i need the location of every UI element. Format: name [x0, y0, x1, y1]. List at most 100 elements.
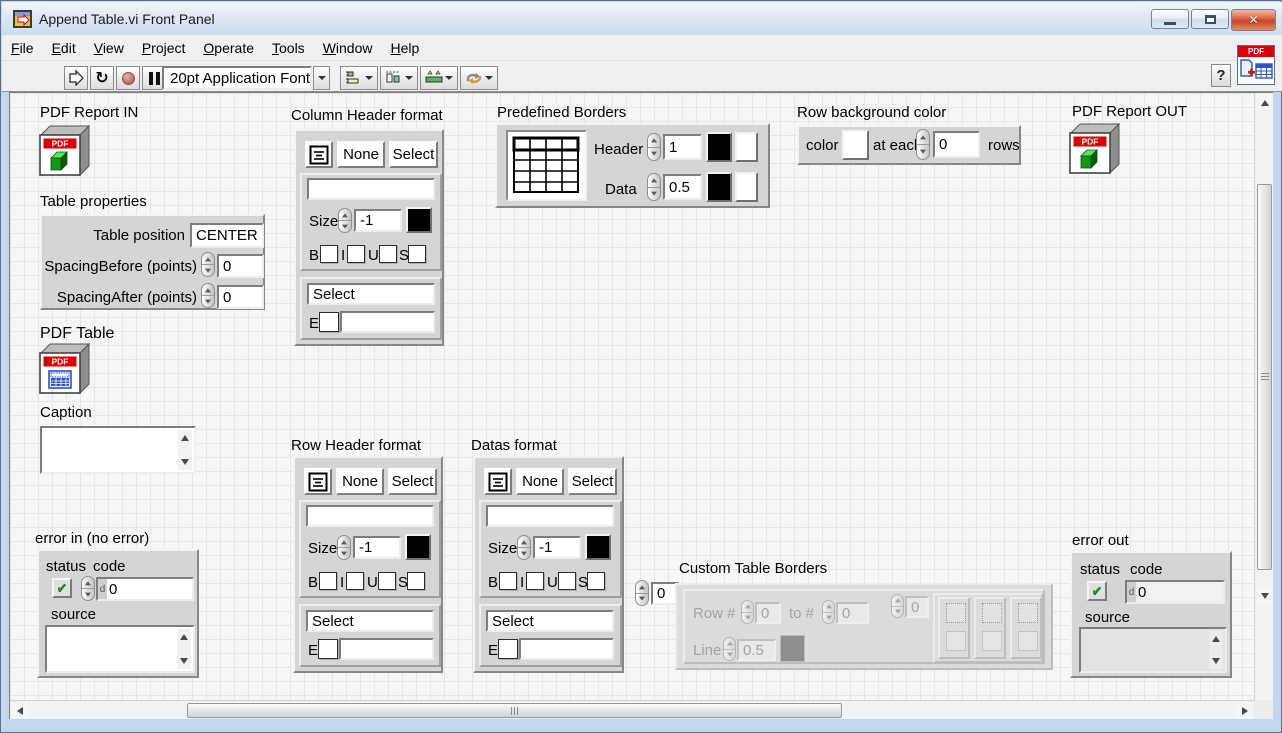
pdf-table-refnum[interactable]: PDF [36, 341, 92, 402]
resize-grip[interactable] [1254, 700, 1273, 719]
error-in-code-spinner[interactable] [81, 576, 95, 601]
align-objects-button[interactable] [340, 66, 378, 90]
color-select-field[interactable]: Select [486, 610, 614, 632]
font-select-button[interactable]: Select [568, 468, 617, 495]
minimize-button[interactable] [1151, 9, 1189, 29]
font-name-field[interactable] [486, 505, 614, 527]
horizontal-scroll-thumb[interactable] [187, 703, 842, 718]
strike-checkbox[interactable] [587, 572, 605, 590]
rows-count-spinner[interactable] [916, 129, 930, 160]
bold-checkbox[interactable] [320, 245, 338, 263]
font-ring[interactable]: 20pt Application Font [162, 66, 312, 90]
e-checkbox[interactable] [498, 639, 518, 659]
spacing-after-field[interactable]: 0 [217, 285, 264, 309]
menu-tools[interactable]: Tools [263, 37, 314, 59]
size-field[interactable]: -1 [353, 536, 401, 559]
scroll-down-button[interactable] [1256, 587, 1273, 604]
header-line-color-box[interactable] [706, 132, 732, 162]
italic-checkbox[interactable] [347, 245, 365, 263]
rows-count-field[interactable]: 0 [933, 131, 980, 158]
error-in-code-field[interactable]: d 0 [96, 577, 194, 601]
run-continuously-button[interactable]: ↻ [90, 66, 114, 90]
reorder-objects-button[interactable] [460, 66, 498, 90]
size-spinner[interactable] [337, 535, 351, 560]
italic-checkbox[interactable] [346, 572, 364, 590]
table-position-field[interactable]: CENTER [190, 223, 264, 248]
vertical-scroll-thumb[interactable] [1257, 184, 1272, 570]
font-none-button[interactable]: None [516, 468, 564, 495]
error-in-status-button[interactable]: ✔ [52, 578, 72, 598]
color-select-field[interactable]: Select [306, 610, 434, 632]
distribute-objects-button[interactable] [380, 66, 418, 90]
source-scrollbar[interactable] [177, 629, 191, 669]
data-fill-color-box[interactable] [735, 172, 758, 202]
menu-edit[interactable]: Edit [43, 37, 85, 59]
context-help-button[interactable]: ? [1211, 64, 1231, 87]
font-name-field[interactable] [307, 178, 435, 200]
italic-checkbox[interactable] [526, 572, 544, 590]
color-select-field[interactable]: Select [307, 283, 435, 305]
font-none-button[interactable]: None [337, 141, 385, 168]
scroll-left-button[interactable] [11, 702, 28, 719]
font-color-box[interactable] [405, 534, 431, 560]
resize-objects-button[interactable] [420, 66, 458, 90]
justify-ring-button[interactable] [304, 468, 332, 495]
font-select-button[interactable]: Select [389, 141, 438, 168]
caption-textbox[interactable] [40, 426, 196, 474]
font-none-button[interactable]: None [336, 468, 384, 495]
size-spinner[interactable] [517, 535, 531, 560]
source-scrollbar[interactable] [1209, 631, 1223, 669]
size-spinner[interactable] [338, 208, 352, 233]
data-width-spinner[interactable] [647, 173, 661, 201]
horizontal-scrollbar[interactable] [10, 700, 1254, 719]
data-width-field[interactable]: 0.5 [663, 174, 702, 200]
font-color-box[interactable] [585, 534, 611, 560]
custom-borders-index-spinner[interactable] [635, 580, 649, 606]
spacing-before-field[interactable]: 0 [217, 254, 264, 278]
font-ring-dropdown[interactable] [313, 66, 330, 90]
border-style-picture-ring[interactable] [506, 130, 587, 201]
menu-view[interactable]: View [85, 37, 133, 59]
scroll-up-button[interactable] [1256, 94, 1273, 111]
e-field[interactable] [340, 311, 435, 333]
underline-checkbox[interactable] [558, 572, 576, 590]
font-color-box[interactable] [406, 207, 432, 233]
error-in-source-field[interactable] [45, 625, 195, 673]
menu-operate[interactable]: Operate [194, 37, 263, 59]
spacing-before-spinner[interactable] [201, 252, 215, 277]
caption-scrollbar[interactable] [178, 430, 192, 470]
underline-checkbox[interactable] [378, 572, 396, 590]
maximize-button[interactable] [1191, 9, 1229, 29]
justify-ring-button[interactable] [484, 468, 512, 495]
e-checkbox[interactable] [319, 312, 339, 332]
header-width-spinner[interactable] [647, 133, 661, 161]
menu-file[interactable]: File [2, 37, 43, 59]
bold-checkbox[interactable] [499, 572, 517, 590]
header-fill-color-box[interactable] [735, 132, 758, 162]
abort-button[interactable] [116, 66, 140, 90]
pdf-report-in-refnum[interactable]: PDF [36, 123, 92, 184]
scroll-right-button[interactable] [1236, 702, 1253, 719]
bold-checkbox[interactable] [319, 572, 337, 590]
spacing-after-spinner[interactable] [201, 283, 215, 308]
e-checkbox[interactable] [318, 639, 338, 659]
menu-window[interactable]: Window [314, 37, 382, 59]
size-field[interactable]: -1 [354, 209, 402, 232]
header-width-field[interactable]: 1 [663, 134, 702, 160]
menu-help[interactable]: Help [382, 37, 429, 59]
e-field[interactable] [339, 638, 434, 660]
menu-project[interactable]: Project [133, 37, 195, 59]
font-name-field[interactable] [306, 505, 434, 527]
vertical-scrollbar[interactable] [1254, 93, 1273, 700]
font-select-button[interactable]: Select [388, 468, 437, 495]
pdf-report-out-refnum[interactable]: PDF [1066, 121, 1122, 182]
justify-ring-button[interactable] [305, 141, 333, 168]
vi-icon-pdf[interactable]: PDF [1237, 45, 1275, 85]
row-color-box[interactable] [842, 130, 869, 160]
underline-checkbox[interactable] [379, 245, 397, 263]
e-field[interactable] [519, 638, 614, 660]
size-field[interactable]: -1 [533, 536, 581, 559]
run-button[interactable] [64, 66, 88, 90]
close-button[interactable]: ✕ [1231, 9, 1276, 31]
strike-checkbox[interactable] [408, 245, 426, 263]
